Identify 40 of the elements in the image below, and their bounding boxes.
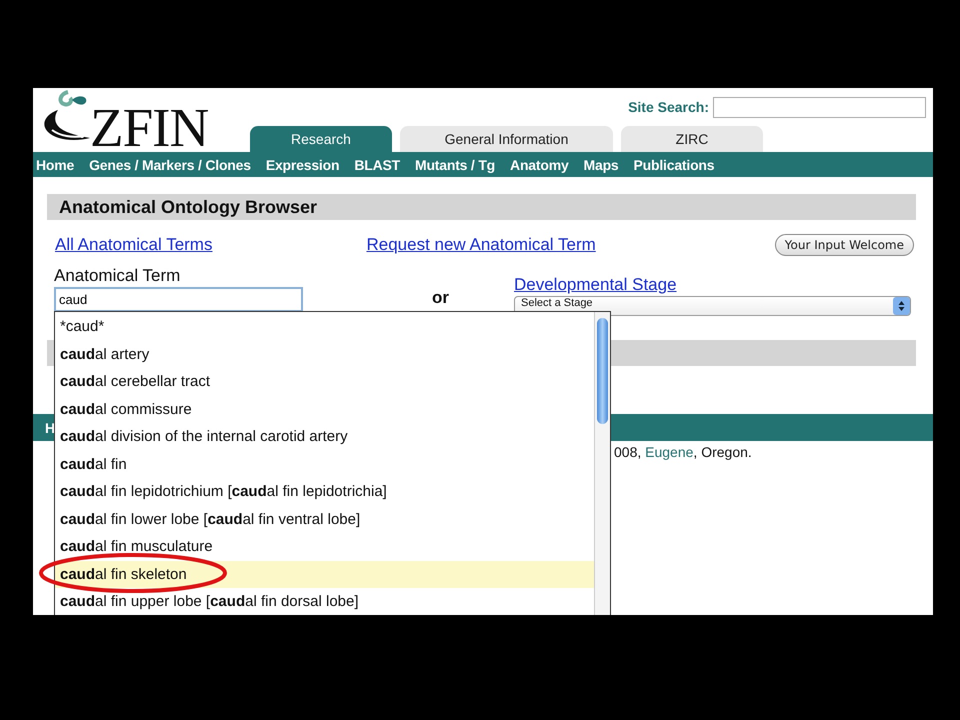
stepper-arrows-icon <box>893 297 910 315</box>
footer-bar-text: H <box>45 420 56 436</box>
suggestion-item[interactable]: *caud* <box>55 313 594 340</box>
suggestion-item[interactable]: caudal fin lower lobe [caudal fin ventral lobe] <box>55 506 594 533</box>
nav-link[interactable]: Mutants / Tg <box>414 156 496 172</box>
suggestion-item[interactable]: caudal artery <box>55 340 594 368</box>
suggestion-item[interactable]: caudal cerebellar tract <box>55 368 594 396</box>
suggestion-item[interactable]: caudal commissure <box>55 396 594 423</box>
feedback-button[interactable]: Your Input Welcome <box>774 234 914 256</box>
suggestion-item[interactable]: caudal fin <box>55 450 594 478</box>
nav-tab[interactable]: General Information <box>400 126 613 152</box>
nav-link[interactable]: Publications <box>634 156 714 172</box>
scrollbar-thumb[interactable] <box>597 318 608 424</box>
suggestion-item[interactable]: caudal division of the internal carotid artery <box>55 423 594 450</box>
nav-link[interactable]: Expression <box>266 156 340 172</box>
scrollbar[interactable] <box>594 312 610 615</box>
suggestion-item[interactable]: caudal fin musculature <box>55 533 594 560</box>
all-terms-link[interactable]: All Anatomical Terms <box>55 235 212 255</box>
page-title: Anatomical Ontology Browser <box>59 196 318 218</box>
suggestion-item[interactable]: caudal fin upper lobe [caudal fin dorsal lobe] <box>55 588 594 615</box>
term-label: Anatomical Term <box>54 265 182 287</box>
nav-link[interactable]: Home <box>36 156 74 172</box>
term-field[interactable]: caud <box>54 287 303 312</box>
stage-link[interactable]: Developmental Stage <box>514 275 911 295</box>
or-label: or <box>432 289 450 309</box>
nav-link[interactable]: Genes / Markers / Clones <box>89 156 251 172</box>
nav-link[interactable]: Anatomy <box>510 156 569 172</box>
nav-link[interactable]: Maps <box>584 156 619 172</box>
city-link[interactable]: Eugene <box>645 444 694 460</box>
stage-select[interactable]: Select a Stage <box>514 296 911 316</box>
suggestion-item[interactable]: caudal fin lepidotrichium [caudal fin lepidotrichia] <box>55 478 594 506</box>
nav-link[interactable]: BLAST <box>354 156 400 172</box>
site-search-field[interactable] <box>713 96 926 118</box>
site-search-label: Site Search: <box>628 99 709 115</box>
nav-tab[interactable]: ZIRC <box>621 126 763 152</box>
request-term-link[interactable]: Request new Anatomical Term <box>366 235 596 255</box>
logo-text: ZFIN <box>90 104 208 152</box>
footer-text: 008, Eugene, Oregon. <box>614 444 752 460</box>
nav-tab[interactable]: Research <box>250 126 392 152</box>
suggestion-item[interactable]: caudal fin skeleton <box>55 560 594 588</box>
